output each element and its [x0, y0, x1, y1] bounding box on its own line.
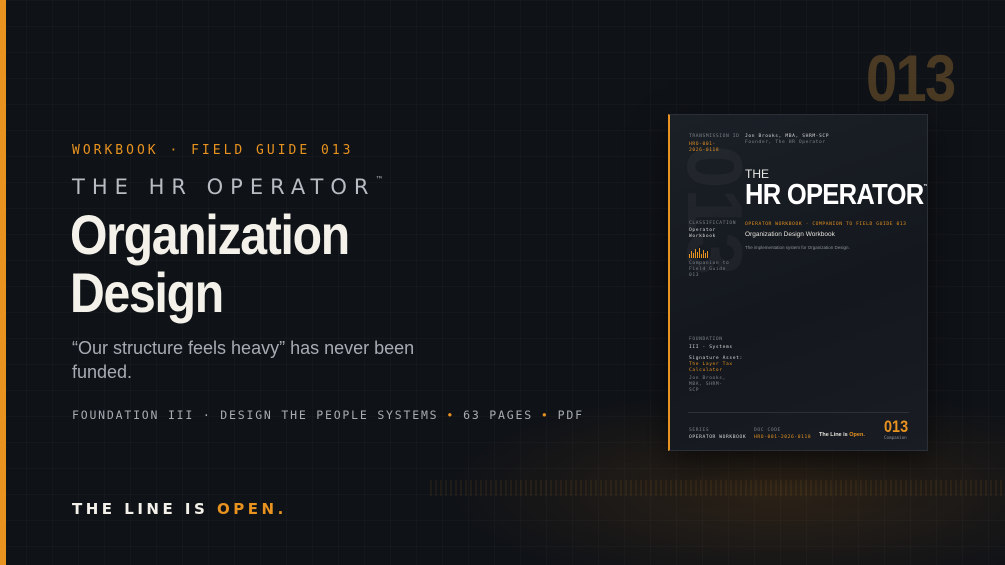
cover-description: The implementation system for Organizati…: [745, 245, 850, 250]
meta-separator: •: [446, 408, 456, 422]
cover-bar-graphic: [689, 248, 708, 258]
decorative-strip: [430, 480, 1005, 496]
meta-separator: •: [540, 408, 550, 422]
cover-classification-value: Operator Workbook: [689, 228, 716, 239]
cover-footer-series-label: SERIES: [689, 428, 710, 433]
tagline: THE LINE IS OPEN.: [72, 500, 287, 518]
cover-transmission-value: HRO-001-2026-0118: [689, 142, 720, 153]
meta-pages: 63 PAGES: [463, 408, 533, 422]
cover-footer-divider: [688, 412, 909, 413]
cover-transmission-label: TRANSMISSION ID: [689, 134, 740, 139]
cover-series-line: OPERATOR WORKBOOK · COMPANION TO FIELD G…: [745, 222, 907, 227]
cover-author-sub: Founder, The HR Operator: [745, 140, 826, 145]
cover-footer-open: Open.: [849, 432, 865, 438]
cover-trademark: ™: [923, 184, 928, 190]
cover-title-text: HR OPERATOR: [745, 179, 924, 211]
cover-footer-doc-value: HRO-001-2026-0118: [754, 435, 812, 440]
cover-foundation-label: FOUNDATION: [689, 337, 723, 342]
cover-footer-tagline: The Line is Open.: [819, 432, 865, 438]
cover-subtitle: Organization Design Workbook: [745, 231, 835, 238]
title-line-2: Design: [70, 261, 224, 324]
meta-line: FOUNDATION III · DESIGN THE PEOPLE SYSTE…: [72, 408, 584, 422]
title-line-1: Organization: [70, 203, 350, 266]
meta-format: PDF: [557, 408, 584, 422]
brand-name: THE HR OPERATOR™: [72, 175, 384, 199]
left-accent-bar: [0, 0, 6, 565]
meta-foundation: FOUNDATION III · DESIGN THE PEOPLE SYSTE…: [72, 408, 439, 422]
brand-name-text: THE HR OPERATOR: [72, 175, 376, 199]
eyebrow-label: WORKBOOK · FIELD GUIDE 013: [72, 143, 354, 158]
cover-footer-series-value: OPERATOR WORKBOOK: [689, 435, 747, 440]
cover-footer-line: The Line is: [819, 432, 848, 438]
cover-title: HR OPERATOR™: [745, 179, 928, 212]
page-title: Organization Design: [70, 206, 431, 322]
tagline-lead: THE LINE IS: [72, 500, 209, 518]
guide-number: 013: [866, 41, 956, 115]
book-cover: 013 TRANSMISSION ID HRO-001-2026-0118 Jo…: [668, 114, 928, 451]
cover-companion-note: Companion to Field Guide 013: [689, 261, 730, 278]
tagline-accent: OPEN.: [217, 500, 287, 518]
cover-footer-doc-label: DOC CODE: [754, 428, 781, 433]
cover-footer-companion: Companion: [884, 435, 907, 440]
quote-text: “Our structure feels heavy” has never be…: [72, 338, 415, 382]
trademark-mark: ™: [375, 175, 384, 184]
cover-signature-value: The Layer Tax Calculator: [689, 362, 733, 373]
cover-classification-label: CLASSIFICATION: [689, 221, 737, 226]
cover-footer-number: 013: [884, 417, 909, 436]
cover-foundation-value: III · Systems: [689, 345, 733, 350]
cover-signed-by: Jon Brooks, MBA, SHRM-SCP: [689, 376, 727, 393]
